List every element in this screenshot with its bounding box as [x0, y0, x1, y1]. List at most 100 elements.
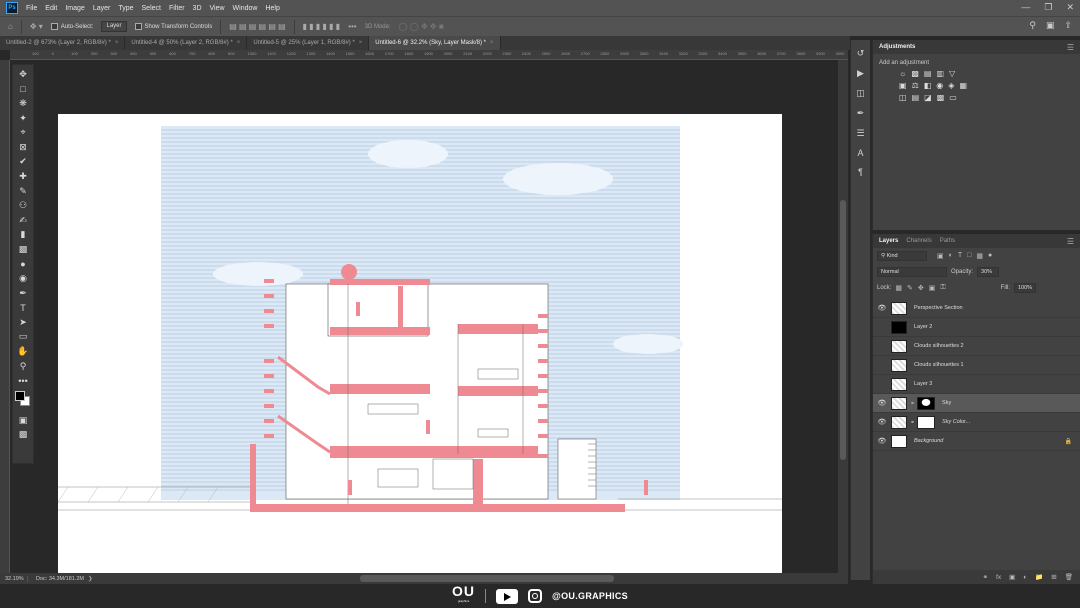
mask-link-icon[interactable]: ⚭ — [910, 419, 915, 426]
menu-item-view[interactable]: View — [206, 5, 229, 12]
eyedropper-icon[interactable]: ✔ — [15, 155, 31, 170]
posterize-icon[interactable]: ▤ — [912, 93, 920, 102]
dodge-tool-icon[interactable]: ◉ — [15, 271, 31, 286]
layer-row[interactable]: 👁 Layer 3 — [873, 375, 1080, 394]
visibility-eye-icon[interactable]: 👁 — [873, 361, 891, 369]
layer-thumbnail[interactable] — [891, 358, 907, 372]
opacity-input[interactable]: 30% — [977, 267, 1000, 277]
layer-row[interactable]: 👁 Layer 2 — [873, 318, 1080, 337]
more-options-icon[interactable]: ••• — [348, 22, 356, 31]
gradient-map-icon[interactable]: ▩ — [937, 93, 945, 102]
mask-link-icon[interactable]: ⚭ — [910, 400, 915, 407]
color-swatches[interactable] — [15, 391, 31, 407]
document-tab[interactable]: Untitled-2 @ 673% (Layer 2, RGB/8#) * × — [0, 36, 126, 50]
close-tab-icon[interactable]: × — [115, 40, 119, 46]
history-brush-icon[interactable]: ✍ — [15, 213, 31, 228]
brand-handle[interactable]: @OU.GRAPHICS — [552, 591, 628, 601]
gradient-tool-icon[interactable]: ▩ — [15, 242, 31, 257]
document-tab[interactable]: Untitled-5 @ 25% (Layer 1, RGB/8#) * × — [247, 36, 370, 50]
restore-icon[interactable]: ❐ — [1044, 2, 1052, 13]
workspace[interactable] — [36, 60, 838, 573]
type-tool-icon[interactable]: T — [15, 301, 31, 316]
auto-select-dropdown[interactable]: Layer — [101, 21, 127, 32]
layer-mask-thumbnail[interactable] — [917, 396, 936, 410]
visibility-eye-icon[interactable]: 👁 — [873, 399, 891, 407]
healing-brush-icon[interactable]: ✚ — [15, 169, 31, 184]
actions-play-icon[interactable]: ▶ — [857, 68, 864, 79]
more-tools-icon[interactable]: ••• — [15, 373, 31, 388]
eraser-icon[interactable]: ▮ — [15, 228, 31, 243]
pen-tool-icon[interactable]: ✒ — [15, 286, 31, 301]
close-tab-icon[interactable]: × — [237, 40, 241, 46]
zoom-level[interactable]: 32.19% — [0, 575, 28, 582]
add-mask-icon[interactable]: ▣ — [1009, 573, 1015, 581]
document-tab[interactable]: Untitled-6 @ 32.2% (Sky, Layer Mask/8) *… — [369, 36, 501, 50]
color-lookup-icon[interactable]: ▦ — [959, 81, 967, 90]
lock-all-icon[interactable]: ⚿ — [940, 284, 945, 292]
visibility-eye-icon[interactable]: 👁 — [873, 418, 891, 426]
lock-artboard-icon[interactable]: ▣ — [929, 284, 936, 292]
visibility-eye-icon[interactable]: 👁 — [873, 437, 891, 445]
workspace-icon[interactable]: ▣ — [1046, 20, 1055, 31]
quick-mask-icon[interactable]: ▣ — [15, 413, 31, 428]
type-filter-icon[interactable]: T — [958, 252, 962, 260]
new-adjustment-icon[interactable]: ◐ — [1023, 574, 1027, 581]
brush-settings-icon[interactable]: ✒ — [857, 108, 865, 119]
close-tab-icon[interactable]: × — [359, 40, 363, 46]
color-balance-icon[interactable]: ⚖ — [912, 81, 919, 90]
hand-tool-icon[interactable]: ✋ — [15, 344, 31, 359]
frame-tool-icon[interactable]: ⊠ — [15, 140, 31, 155]
move-tool-icon[interactable]: ✥ ▾ — [30, 22, 43, 31]
path-selection-icon[interactable]: ➤ — [15, 315, 31, 330]
vibrance-icon[interactable]: ▽ — [949, 69, 955, 78]
levels-icon[interactable]: ▩ — [911, 69, 919, 78]
menu-item-select[interactable]: Select — [138, 5, 165, 12]
3d-mode-icons[interactable]: ◯ ◯ ✥ ✥ ■ — [399, 22, 444, 31]
pixel-filter-icon[interactable]: ▣ — [937, 252, 944, 260]
layer-thumbnail[interactable] — [891, 434, 907, 448]
channel-mixer-icon[interactable]: ◈ — [948, 81, 954, 90]
layer-mask-thumbnail[interactable] — [917, 415, 936, 429]
layer-thumbnail[interactable] — [891, 301, 907, 315]
marquee-tool-icon[interactable]: □ — [15, 82, 31, 97]
lasso-tool-icon[interactable]: ❋ — [15, 96, 31, 111]
fill-input[interactable]: 100% — [1014, 283, 1036, 293]
stamp-tool-icon[interactable]: ⚇ — [15, 198, 31, 213]
layer-thumbnail[interactable] — [891, 339, 907, 353]
vertical-scrollbar[interactable] — [838, 60, 848, 573]
smart-object-filter-icon[interactable]: ▦ — [976, 252, 983, 260]
adjustments-title[interactable]: Adjustments — [879, 44, 915, 50]
exposure-icon[interactable]: ▥ — [936, 69, 944, 78]
layer-style-icon[interactable]: fx — [996, 574, 1001, 581]
menu-item-window[interactable]: Window — [229, 5, 262, 12]
lock-icons[interactable]: ▦ ✎ ✥ ▣ ⚿ — [895, 284, 945, 292]
status-arrow-icon[interactable]: ❯ — [88, 576, 93, 582]
link-layers-icon[interactable]: ⚭ — [983, 573, 988, 581]
menu-item-file[interactable]: File — [22, 5, 41, 12]
zoom-tool-icon[interactable]: ⚲ — [15, 359, 31, 374]
distribute-icons[interactable]: ▮ ▮ ▮ ▮ ▮ ▮ — [303, 22, 341, 31]
layer-thumbnail[interactable] — [891, 377, 907, 391]
selective-color-icon[interactable]: ▭ — [949, 93, 957, 102]
panel-menu-icon[interactable]: ☰ — [1067, 237, 1074, 246]
rectangle-tool-icon[interactable]: ▭ — [15, 330, 31, 345]
scroll-thumb[interactable] — [840, 200, 846, 460]
visibility-eye-icon[interactable]: 👁 — [873, 380, 891, 388]
adjust-sliders-icon[interactable]: ☰ — [856, 128, 864, 139]
layer-row[interactable]: 👁 ⚭ Sky Color... — [873, 413, 1080, 432]
search-icon[interactable]: ⚲ — [1029, 20, 1036, 31]
layer-thumbnail[interactable] — [891, 396, 907, 410]
align-icons[interactable]: ▤ ▤ ▤ ▤ ▤ ▤ — [229, 22, 285, 31]
visibility-eye-icon[interactable]: 👁 — [873, 304, 891, 312]
auto-select-checkbox[interactable]: Auto-Select: — [50, 23, 93, 30]
delete-layer-icon[interactable]: 🗑 — [1065, 573, 1073, 581]
screen-mode-icon[interactable]: ▩ — [15, 428, 31, 443]
menu-item-type[interactable]: Type — [114, 5, 137, 12]
share-icon[interactable]: ⇧ — [1064, 20, 1072, 31]
new-group-icon[interactable]: 📁 — [1035, 573, 1043, 581]
blur-tool-icon[interactable]: ● — [15, 257, 31, 272]
visibility-eye-icon[interactable]: 👁 — [873, 323, 891, 331]
visibility-eye-icon[interactable]: 👁 — [873, 342, 891, 350]
vertical-ruler[interactable] — [0, 60, 10, 573]
crop-tool-icon[interactable]: ⌖ — [15, 125, 31, 140]
